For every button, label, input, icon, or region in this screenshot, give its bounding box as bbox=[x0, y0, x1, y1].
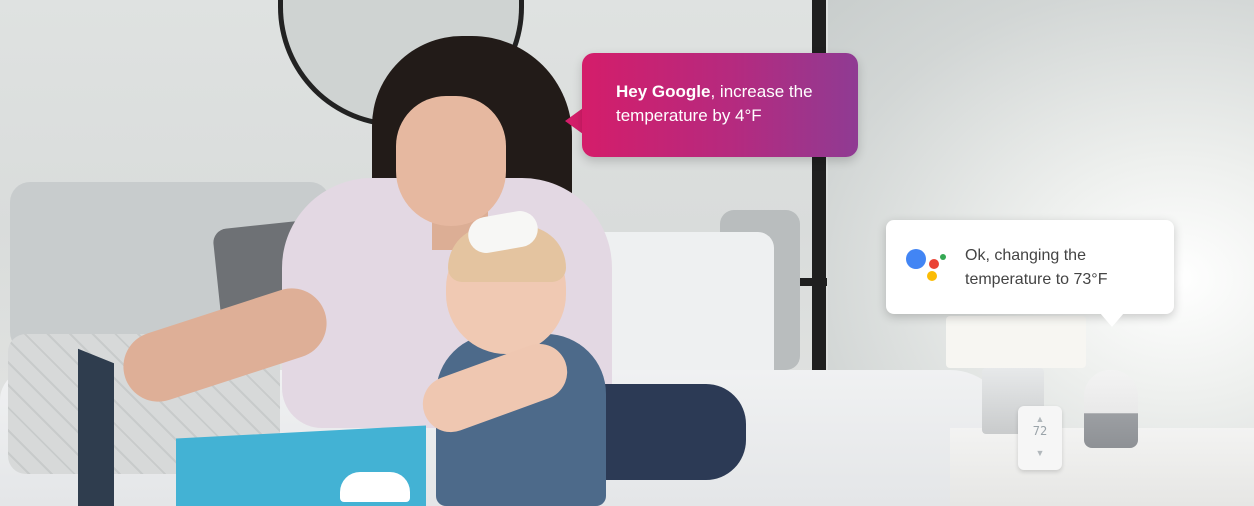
assistant-dot-yellow bbox=[927, 271, 937, 281]
wake-word: Hey Google bbox=[616, 82, 711, 101]
book-cover bbox=[78, 348, 114, 506]
thermostat-chevron-up-icon: ▲ bbox=[1035, 414, 1045, 424]
bedroom-scene: ▲ 72 ▼ Hey Google, increase the temperat… bbox=[0, 0, 1254, 506]
assistant-dot-blue bbox=[906, 249, 926, 269]
assistant-dot-red bbox=[929, 259, 939, 269]
user-speech-text: Hey Google, increase the temperature by … bbox=[616, 80, 846, 128]
pillow-white bbox=[584, 232, 774, 392]
assistant-bubble-tail bbox=[1100, 313, 1124, 327]
smart-speaker bbox=[1084, 370, 1138, 448]
lamp-shade bbox=[946, 316, 1086, 368]
book-illustration bbox=[340, 472, 410, 502]
thermostat-chevron-down-icon: ▼ bbox=[1035, 448, 1045, 458]
woman-face bbox=[396, 96, 506, 226]
assistant-reply-text: Ok, changing the temperature to 73°F bbox=[965, 247, 1108, 288]
assistant-dot-green bbox=[940, 254, 946, 260]
user-bubble-tail bbox=[565, 108, 583, 134]
thermostat-display: 72 bbox=[1032, 424, 1048, 438]
